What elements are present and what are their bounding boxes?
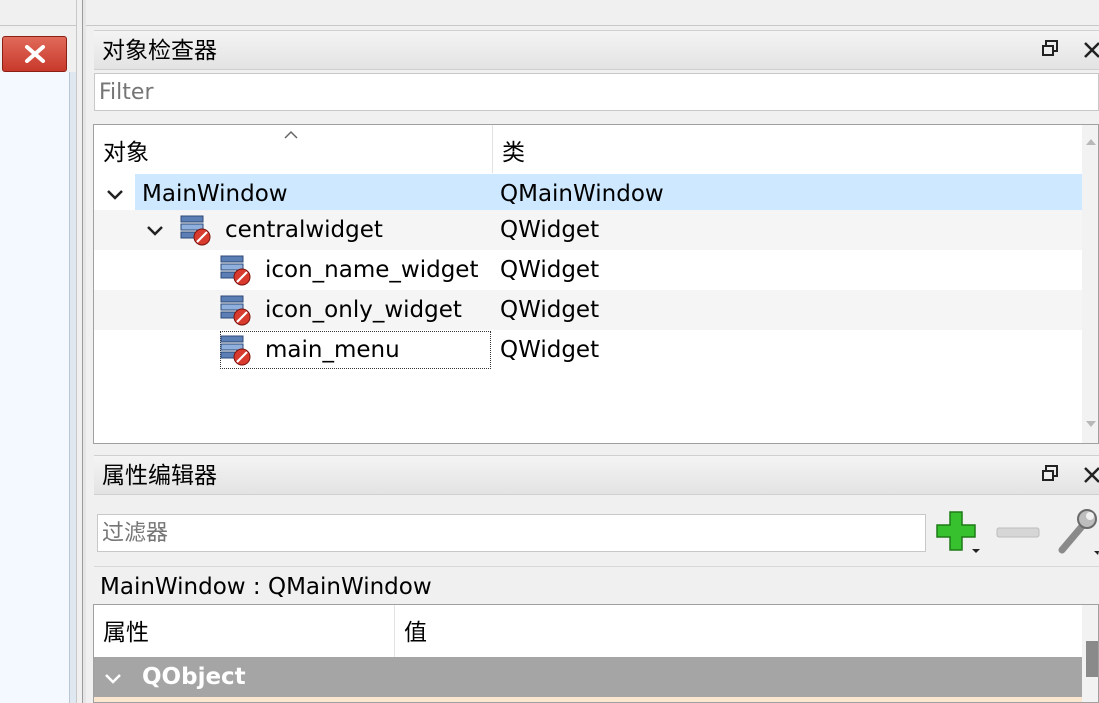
object-filter-input[interactable] [94,73,1099,111]
object-inspector-title: 对象检查器 [102,38,217,64]
close-icon [24,45,45,63]
close-button[interactable] [2,36,67,72]
property-editor-title: 属性编辑器 [102,463,217,489]
scroll-up-icon[interactable] [1085,137,1097,147]
close-icon[interactable] [1080,463,1099,487]
plus-icon [936,511,980,553]
tree-item-class: QWidget [500,217,600,243]
minus-icon [996,527,1040,538]
left-top-bar [0,0,76,26]
property-scrollbar[interactable] [1082,605,1098,702]
tree-item-class: QMainWindow [500,181,664,207]
tree-row-icon-name-widget[interactable]: icon_name_widget QWidget [94,250,1082,290]
tree-item-name: MainWindow [142,181,288,207]
left-divider [0,25,76,26]
tree-item-name: centralwidget [225,217,383,243]
wrench-icon [1058,509,1099,555]
tree-item-class: QWidget [500,257,600,283]
property-filter-input[interactable] [97,514,926,552]
remove-property-button[interactable] [995,520,1043,544]
widget-layout-broken-icon [220,295,251,326]
splitter-handle[interactable] [82,0,86,703]
left-panel [0,72,70,703]
tree-row-mainwindow[interactable]: MainWindow QMainWindow [94,174,1082,214]
object-inspector-title-bar: 对象检查器 [94,30,1099,70]
tree-row-icon-only-widget[interactable]: icon_only_widget QWidget [94,290,1082,330]
chevron-down-icon[interactable] [102,667,124,689]
column-header-class[interactable]: 类 [493,125,1082,173]
widget-layout-broken-icon [220,335,251,366]
tree-row-main-menu[interactable]: main_menu QWidget [94,330,1082,370]
float-icon[interactable] [1040,463,1064,487]
tree-item-class: QWidget [500,337,600,363]
property-row[interactable] [94,697,1082,702]
column-header-property[interactable]: 属性 [94,605,395,657]
configure-button[interactable] [1054,506,1099,556]
tree-row-centralwidget[interactable]: centralwidget QWidget [94,210,1082,250]
sort-ascending-icon [283,125,303,139]
scrollbar-thumb[interactable] [1086,641,1098,677]
close-icon[interactable] [1080,38,1099,62]
widget-layout-broken-icon [220,255,251,286]
chevron-down-icon[interactable] [144,219,166,241]
top-strip [86,0,1099,26]
property-group-qobject[interactable]: QObject [94,657,1082,697]
current-object-label: MainWindow : QMainWindow [94,566,1099,604]
scroll-down-icon[interactable] [1085,419,1097,429]
property-group-label: QObject [142,664,246,690]
widget-layout-broken-icon [180,215,211,246]
tree-item-name: icon_name_widget [265,257,479,283]
add-property-button[interactable] [933,508,983,556]
object-tree: 对象 类 MainWindow QMainWindow centralwidge… [93,124,1099,444]
property-table: 属性 值 QObject [93,604,1099,703]
column-header-value[interactable]: 值 [395,605,1082,657]
float-icon[interactable] [1040,38,1064,62]
tree-item-name: icon_only_widget [265,297,462,323]
tree-scrollbar[interactable] [1082,125,1098,443]
tree-item-name: main_menu [265,337,400,363]
tree-item-class: QWidget [500,297,600,323]
property-editor-title-bar: 属性编辑器 [94,455,1099,495]
chevron-down-icon[interactable] [104,183,126,205]
